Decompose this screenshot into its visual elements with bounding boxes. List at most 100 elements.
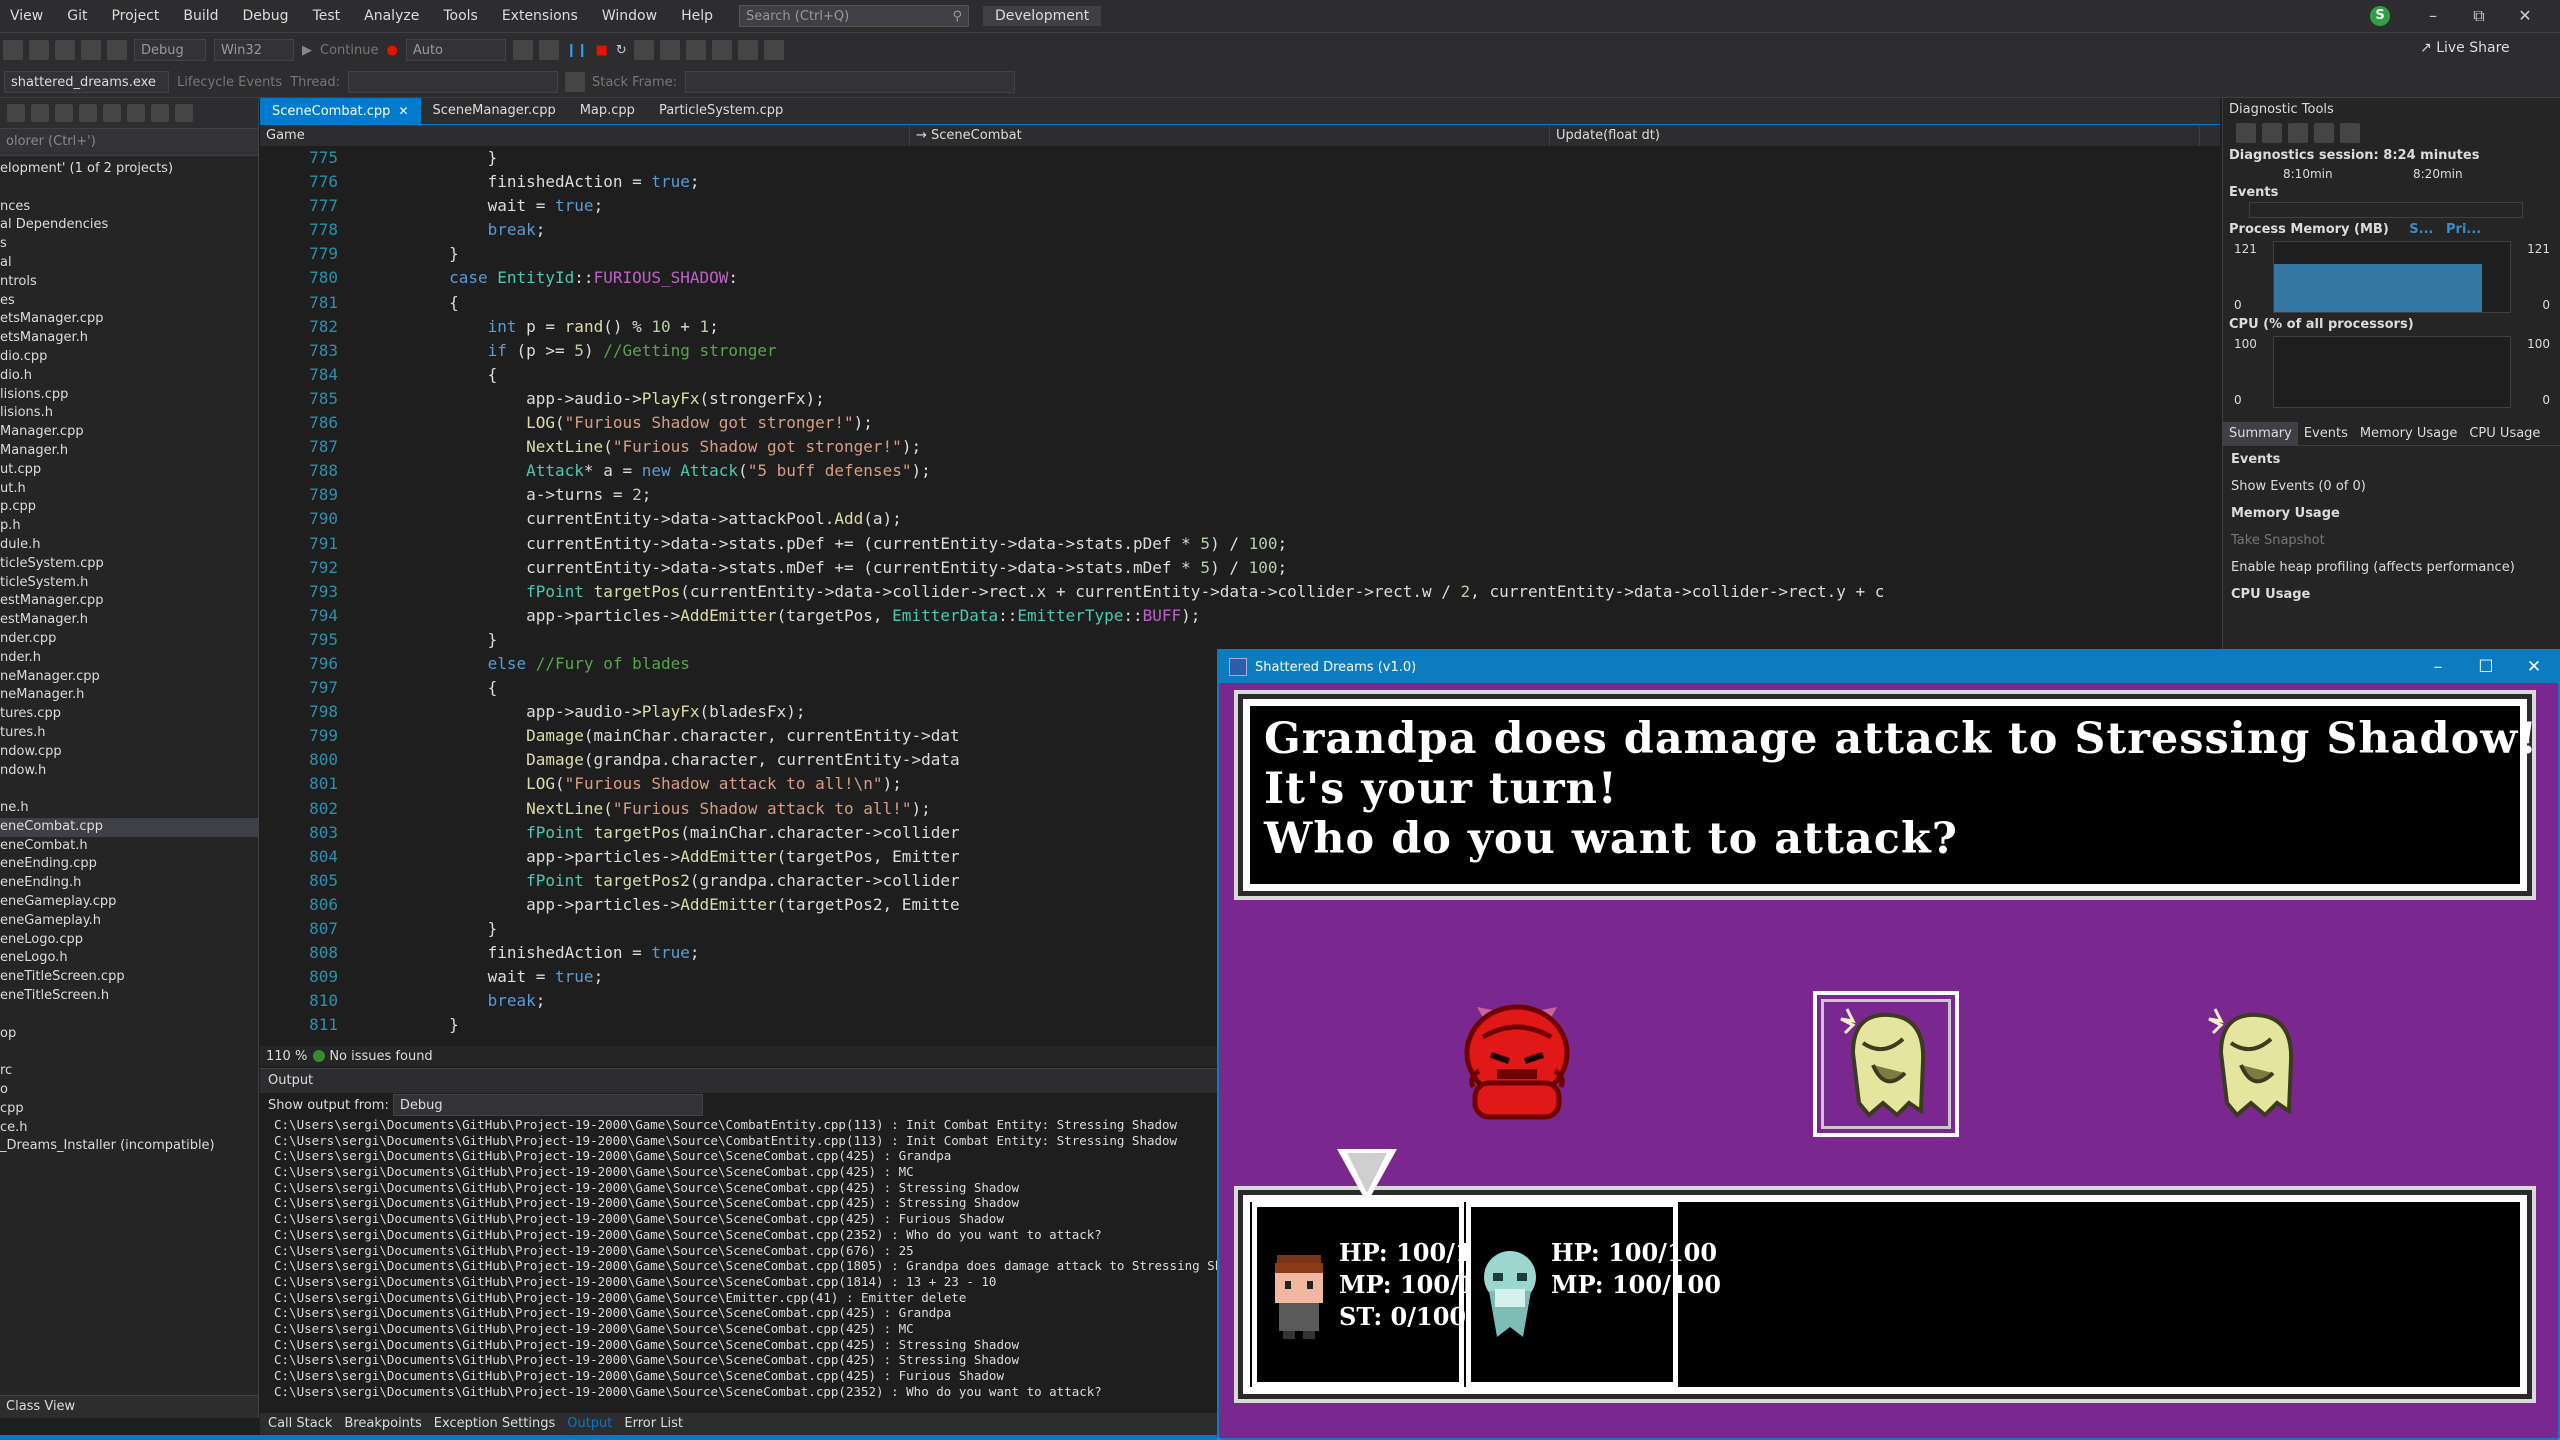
- issues-status[interactable]: No issues found: [329, 1049, 432, 1064]
- gutter[interactable]: [352, 965, 372, 989]
- timeline-ruler[interactable]: 8:10min 8:20min: [2223, 167, 2560, 181]
- game-maximize-icon[interactable]: ☐: [2462, 657, 2510, 677]
- tab-scenecombat[interactable]: SceneCombat.cpp ✕: [260, 98, 421, 124]
- code-text[interactable]: }: [372, 628, 498, 652]
- solution-tree-node[interactable]: nder.cpp: [0, 630, 258, 649]
- code-text[interactable]: a->turns = 2;: [372, 483, 651, 507]
- continue-button[interactable]: Continue: [320, 43, 378, 58]
- code-text[interactable]: case EntityId::FURIOUS_SHADOW:: [372, 266, 738, 290]
- folder-icon[interactable]: [512, 40, 533, 60]
- gutter[interactable]: [352, 797, 372, 821]
- solution-tree-node[interactable]: o: [0, 1081, 258, 1100]
- play-icon[interactable]: ▶: [302, 43, 312, 58]
- code-text[interactable]: fPoint targetPos2(grandpa.character->col…: [372, 869, 959, 893]
- solution-tree-node[interactable]: Manager.cpp: [0, 423, 258, 442]
- gutter[interactable]: [352, 821, 372, 845]
- solution-tree-node[interactable]: eneTitleScreen.h: [0, 987, 258, 1006]
- gutter[interactable]: [352, 532, 372, 556]
- code-line[interactable]: 779 }: [260, 242, 2220, 266]
- stack-frame-select[interactable]: [685, 71, 1016, 93]
- solution-tree-node[interactable]: p.h: [0, 517, 258, 536]
- tab-class-view[interactable]: Class View: [0, 1399, 75, 1414]
- code-text[interactable]: Attack* a = new Attack("5 buff defenses"…: [372, 459, 931, 483]
- zoom-in-icon[interactable]: [2288, 123, 2308, 143]
- solution-tree-node[interactable]: ntrols: [0, 273, 258, 292]
- game-minimize-icon[interactable]: –: [2414, 657, 2462, 677]
- code-text[interactable]: wait = true;: [372, 965, 604, 989]
- gutter[interactable]: [352, 387, 372, 411]
- code-line[interactable]: 788 Attack* a = new Attack("5 buff defen…: [260, 459, 2220, 483]
- code-line[interactable]: 791 currentEntity->data->stats.pDef += (…: [260, 532, 2220, 556]
- open-file-icon[interactable]: [3, 40, 23, 60]
- minimize-icon[interactable]: –: [2410, 0, 2456, 32]
- restart-icon[interactable]: ↻: [616, 43, 627, 58]
- refresh-icon[interactable]: [79, 104, 97, 122]
- code-text[interactable]: }: [372, 917, 498, 941]
- solution-tree-node[interactable]: dio.h: [0, 367, 258, 386]
- menu-window[interactable]: Window: [590, 0, 669, 32]
- select-tools-icon[interactable]: [2262, 123, 2282, 143]
- code-text[interactable]: int p = rand() % 10 + 1;: [372, 315, 719, 339]
- process-select[interactable]: shattered_dreams.exe: [4, 71, 169, 93]
- solution-tree-node[interactable]: ut.h: [0, 480, 258, 499]
- code-text[interactable]: else //Fury of blades: [372, 652, 690, 676]
- gutter[interactable]: [352, 845, 372, 869]
- code-line[interactable]: 784 {: [260, 363, 2220, 387]
- events-section[interactable]: Events: [2223, 185, 2560, 200]
- scope-select[interactable]: → SceneCombat: [910, 126, 1550, 146]
- gutter[interactable]: [352, 893, 372, 917]
- gutter[interactable]: [352, 1013, 372, 1037]
- project-select[interactable]: Game: [260, 126, 910, 146]
- tab-exception-settings[interactable]: Exception Settings: [434, 1413, 555, 1435]
- solution-tree-node[interactable]: [0, 780, 258, 799]
- code-line[interactable]: 787 NextLine("Furious Shadow got stronge…: [260, 435, 2220, 459]
- tab-scenemanager[interactable]: SceneManager.cpp: [421, 98, 568, 124]
- solution-search-input[interactable]: olorer (Ctrl+'): [0, 129, 258, 156]
- code-line[interactable]: 780 case EntityId::FURIOUS_SHADOW:: [260, 266, 2220, 290]
- gutter[interactable]: [352, 291, 372, 315]
- sync-icon[interactable]: [55, 104, 73, 122]
- memory-graph[interactable]: 121 0 121 0: [2234, 241, 2550, 313]
- code-text[interactable]: currentEntity->data->attackPool.Add(a);: [372, 507, 902, 531]
- code-text[interactable]: LOG("Furious Shadow attack to all!\n");: [372, 772, 902, 796]
- gutter[interactable]: [352, 315, 372, 339]
- code-text[interactable]: if (p >= 5) //Getting stronger: [372, 339, 777, 363]
- menu-analyze[interactable]: Analyze: [352, 0, 431, 32]
- solution-tree-node[interactable]: es: [0, 292, 258, 311]
- solution-tree-node[interactable]: rc: [0, 1062, 258, 1081]
- code-line[interactable]: 778 break;: [260, 218, 2220, 242]
- legend-private[interactable]: Pri...: [2446, 222, 2481, 237]
- back-icon[interactable]: [7, 104, 25, 122]
- heap-profiling-checkbox[interactable]: Enable heap profiling (affects performan…: [2223, 554, 2560, 581]
- home-icon[interactable]: [31, 104, 49, 122]
- gutter[interactable]: [352, 989, 372, 1013]
- gutter[interactable]: [352, 339, 372, 363]
- reset-zoom-icon[interactable]: [2340, 123, 2360, 143]
- collapse-icon[interactable]: [103, 104, 121, 122]
- code-text[interactable]: }: [372, 146, 498, 170]
- solution-tree-node[interactable]: eneCombat.cpp: [0, 817, 258, 837]
- solution-tree-node[interactable]: estManager.cpp: [0, 592, 258, 611]
- solution-tree-node[interactable]: Manager.h: [0, 442, 258, 461]
- solution-tree-node[interactable]: lisions.cpp: [0, 386, 258, 405]
- solution-tree-node[interactable]: etsManager.h: [0, 329, 258, 348]
- solution-tree-node[interactable]: [0, 1006, 258, 1025]
- solution-tree-node[interactable]: ticleSystem.cpp: [0, 555, 258, 574]
- gutter[interactable]: [352, 941, 372, 965]
- gutter[interactable]: [352, 170, 372, 194]
- wrench-icon[interactable]: [151, 104, 169, 122]
- thread-select[interactable]: [348, 71, 559, 93]
- gutter[interactable]: [352, 604, 372, 628]
- zoom-out-icon[interactable]: [2314, 123, 2334, 143]
- code-text[interactable]: NextLine("Furious Shadow attack to all!"…: [372, 797, 931, 821]
- code-line[interactable]: 777 wait = true;: [260, 194, 2220, 218]
- code-text[interactable]: break;: [372, 218, 546, 242]
- solution-tree-node[interactable]: lisions.h: [0, 404, 258, 423]
- game-titlebar[interactable]: Shattered Dreams (v1.0) – ☐ ✕: [1219, 651, 2558, 683]
- code-line[interactable]: 792 currentEntity->data->stats.mDef += (…: [260, 556, 2220, 580]
- code-text[interactable]: finishedAction = true;: [372, 170, 700, 194]
- solution-tree-node[interactable]: eneLogo.h: [0, 949, 258, 968]
- gutter[interactable]: [352, 869, 372, 893]
- solution-tree-node[interactable]: elopment' (1 of 2 projects): [0, 160, 258, 179]
- gutter[interactable]: [352, 724, 372, 748]
